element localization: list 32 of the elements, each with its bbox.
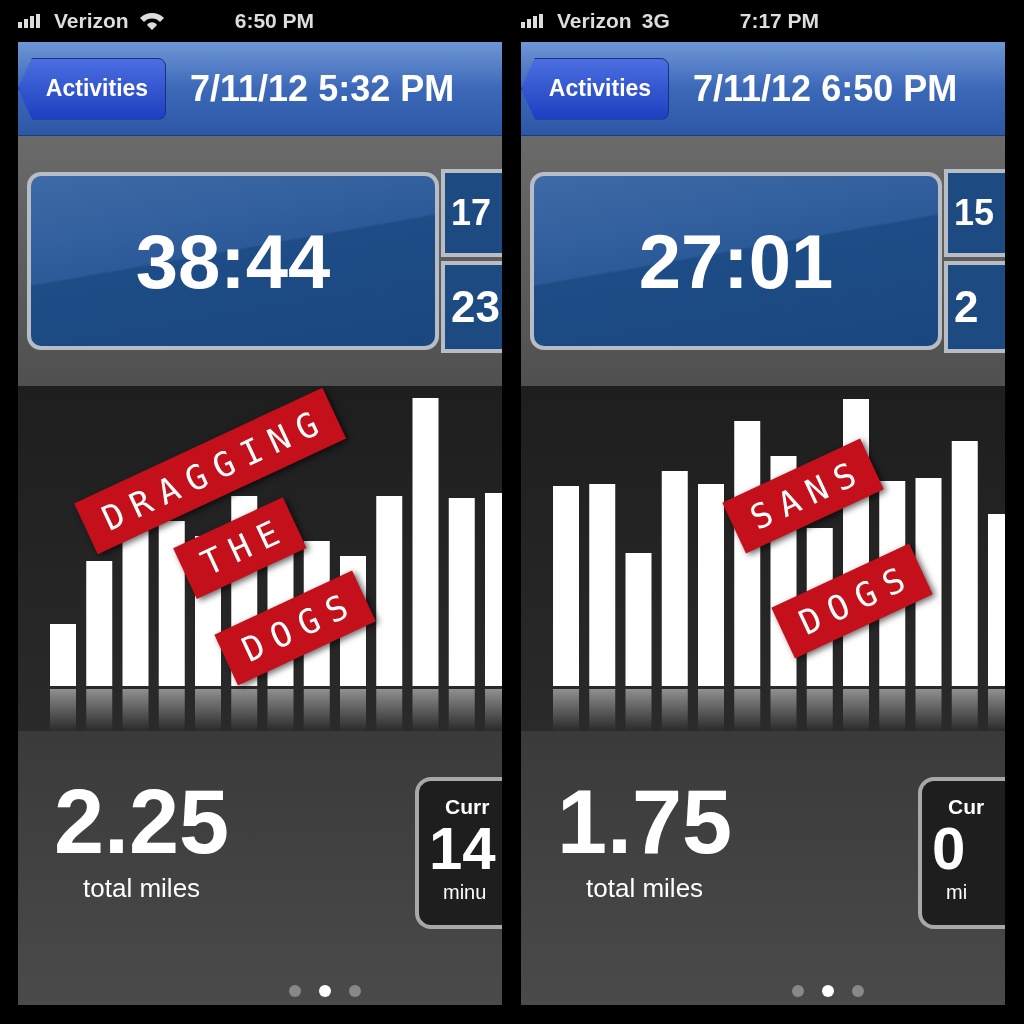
- page-dot[interactable]: [289, 985, 301, 997]
- card-title: Cur: [947, 795, 985, 819]
- back-button[interactable]: Activities: [521, 57, 669, 120]
- page-dot[interactable]: [822, 985, 834, 997]
- nav-title: 7/11/12 5:32 PM: [190, 67, 455, 110]
- status-time: 7:17 PM: [739, 9, 820, 33]
- timer-display: 38:44: [27, 172, 439, 350]
- total-value: 1.75: [557, 777, 733, 867]
- card-value: 0: [932, 819, 966, 879]
- carrier-name: Verizon: [557, 9, 632, 33]
- stat-tile: 23: [441, 261, 502, 353]
- back-button[interactable]: Activities: [18, 57, 166, 120]
- stat-tile: 17: [441, 169, 502, 257]
- card-title: Curr: [444, 795, 490, 819]
- stat-tile: 2: [944, 261, 1005, 353]
- card-unit: minu: [442, 881, 487, 904]
- total-value: 2.25: [54, 777, 230, 867]
- carrier-name: Verizon: [54, 9, 129, 33]
- status-time: 6:50 PM: [234, 9, 315, 33]
- stat-tile: 15: [944, 169, 1005, 257]
- page-dot[interactable]: [792, 985, 804, 997]
- card-value: 14: [429, 819, 496, 879]
- total-label: total miles: [83, 873, 201, 904]
- page-dot[interactable]: [319, 985, 331, 997]
- page-dot[interactable]: [349, 985, 361, 997]
- total-label: total miles: [586, 873, 704, 904]
- page-dot[interactable]: [852, 985, 864, 997]
- network-type: 3G: [641, 9, 670, 33]
- timer-display: 27:01: [530, 172, 942, 350]
- card-unit: mi: [945, 881, 968, 904]
- wifi-icon: [138, 12, 165, 30]
- nav-title: 7/11/12 6:50 PM: [693, 67, 958, 110]
